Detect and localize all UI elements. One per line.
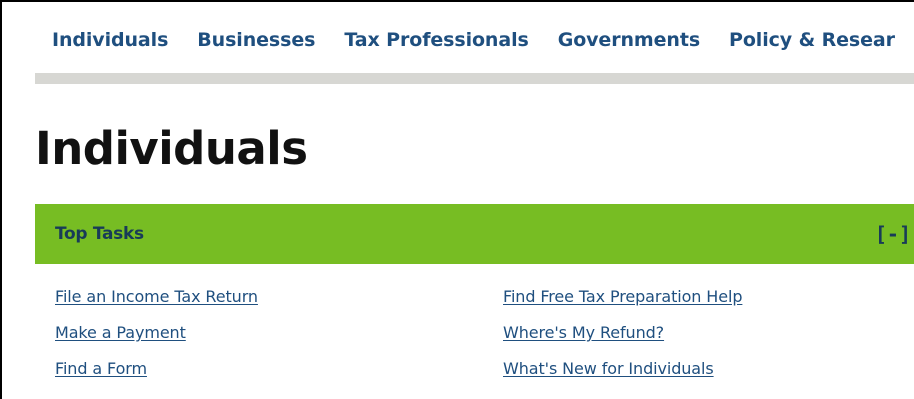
nav-link-businesses[interactable]: Businesses xyxy=(197,29,315,51)
task-link-find-free-tax-preparation-help[interactable]: Find Free Tax Preparation Help xyxy=(503,286,914,322)
top-tasks-left-column: File an Income Tax Return Make a Payment… xyxy=(55,286,475,394)
task-link-make-payment[interactable]: Make a Payment xyxy=(55,322,475,358)
nav-link-individuals[interactable]: Individuals xyxy=(52,29,168,51)
task-link-wheres-my-refund[interactable]: Where's My Refund? xyxy=(503,322,914,358)
collapse-toggle-icon[interactable]: [-] xyxy=(875,220,911,248)
nav-link-tax-professionals[interactable]: Tax Professionals xyxy=(344,29,528,51)
top-tasks-title: Top Tasks xyxy=(55,224,144,244)
top-tasks-right-column: Find Free Tax Preparation Help Where's M… xyxy=(503,286,914,394)
top-navigation: Individuals Businesses Tax Professionals… xyxy=(52,22,914,58)
task-link-whats-new-for-individuals[interactable]: What's New for Individuals xyxy=(503,358,914,394)
navigation-divider xyxy=(35,73,914,84)
page-title: Individuals xyxy=(35,122,308,175)
nav-link-governments[interactable]: Governments xyxy=(558,29,700,51)
nav-link-policy-research[interactable]: Policy & Resear xyxy=(729,29,895,51)
top-tasks-header[interactable]: Top Tasks [-] xyxy=(35,204,914,264)
task-link-find-form[interactable]: Find a Form xyxy=(55,358,475,394)
page-frame: Individuals Businesses Tax Professionals… xyxy=(0,0,914,399)
task-link-file-income-tax-return[interactable]: File an Income Tax Return xyxy=(55,286,475,322)
